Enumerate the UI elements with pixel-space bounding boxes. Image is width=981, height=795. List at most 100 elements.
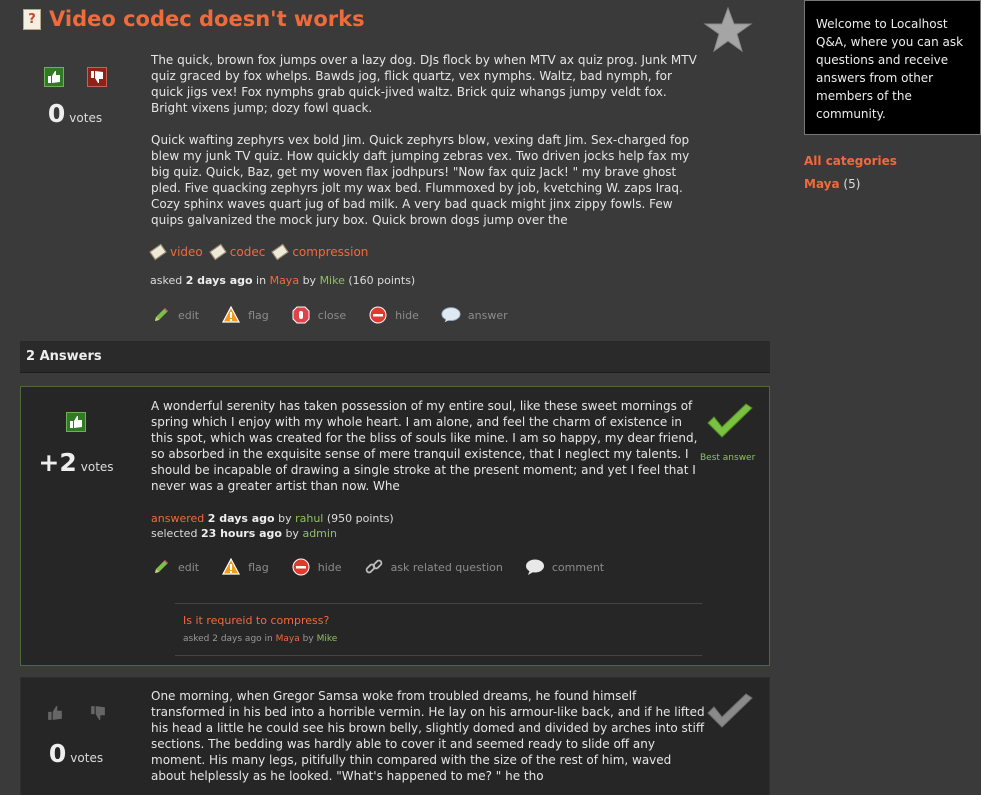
- best-answer-check-icon[interactable]: [705, 403, 755, 443]
- answer-label: answer: [467, 308, 508, 322]
- tag-label: compression: [292, 245, 369, 259]
- answer-vote-box: +2 votes: [21, 412, 131, 477]
- vote-number: 0: [48, 739, 67, 768]
- asked-label: asked: [150, 274, 183, 287]
- question-title-row: ? Video codec doesn't works: [23, 7, 365, 31]
- answered-link[interactable]: answered: [151, 512, 204, 525]
- tag-icon: [271, 243, 289, 261]
- speech-bubble-icon: [441, 305, 461, 325]
- comment-meta: asked 2 days ago in Maya by Mike: [183, 634, 702, 644]
- edit-button[interactable]: edit: [151, 305, 199, 325]
- tag-icon: [149, 243, 167, 261]
- tag-label: video: [170, 245, 203, 259]
- vote-up-button[interactable]: [66, 412, 86, 432]
- votes-label: votes: [80, 460, 114, 474]
- answer-body: A wonderful serenity has taken possessio…: [151, 399, 698, 493]
- by-label: by: [302, 274, 317, 287]
- category-link[interactable]: Maya: [804, 177, 840, 191]
- category-list: All categories Maya (5): [804, 154, 981, 191]
- edit-label: edit: [178, 308, 200, 322]
- asked-label: asked: [183, 634, 210, 644]
- category-link[interactable]: Maya: [270, 274, 299, 287]
- question-paragraph: The quick, brown fox jumps over a lazy d…: [151, 53, 697, 115]
- hide-button[interactable]: hide: [291, 557, 342, 577]
- answer-item: 0 votes One morning, when Gregor Samsa wo…: [20, 677, 770, 795]
- selected-label: selected: [151, 527, 198, 540]
- link-icon: [364, 557, 384, 577]
- question-icon: ?: [23, 8, 41, 30]
- user-link[interactable]: rahul: [295, 512, 323, 525]
- ask-related-button[interactable]: ask related question: [364, 557, 503, 577]
- tag-codec[interactable]: codec: [209, 243, 265, 261]
- comment-item: Is it requreid to compress? asked 2 days…: [175, 603, 702, 656]
- pencil-icon: [151, 305, 171, 325]
- warning-icon: [221, 557, 241, 577]
- votes-label: votes: [70, 751, 104, 765]
- thumbs-up-icon: [47, 706, 62, 720]
- sidebar: Welcome to Localhost Q&A, where you can …: [804, 0, 981, 191]
- asked-time: 2 days ago: [185, 274, 253, 287]
- pencil-icon: [151, 557, 171, 577]
- question-body: The quick, brown fox jumps over a lazy d…: [151, 52, 703, 244]
- flag-button[interactable]: flag: [221, 557, 269, 577]
- ask-related-label: ask related question: [390, 560, 503, 574]
- thumbs-up-icon: [70, 416, 82, 428]
- question-vote-box: 0 votes: [20, 67, 130, 128]
- vote-down-button[interactable]: [86, 67, 107, 87]
- flag-label: flag: [248, 308, 269, 322]
- selected-time: 23 hours ago: [200, 527, 282, 540]
- asked-time: 2 days ago: [212, 634, 262, 644]
- user-link[interactable]: Mike: [320, 274, 345, 287]
- in-label: in: [256, 274, 267, 287]
- minus-circle-icon: [368, 305, 388, 325]
- comment-label: comment: [551, 560, 605, 574]
- comment-bubble-icon: [525, 557, 545, 577]
- answers-count-header: 2 Answers: [20, 341, 770, 373]
- vote-number: +2: [38, 448, 77, 477]
- edit-button[interactable]: edit: [151, 557, 199, 577]
- edit-label: edit: [178, 560, 200, 574]
- minus-circle-icon: [291, 557, 311, 577]
- answer-button[interactable]: answer: [441, 305, 508, 325]
- hide-label: hide: [317, 560, 342, 574]
- category-item: Maya (5): [804, 177, 981, 191]
- thumbs-down-icon: [90, 71, 103, 83]
- thumbs-down-icon: [90, 706, 105, 720]
- close-label: close: [317, 308, 347, 322]
- flag-button[interactable]: flag: [221, 305, 269, 325]
- question-meta: asked 2 days ago in Maya by Mike (160 po…: [150, 273, 415, 288]
- by-label: by: [278, 512, 292, 525]
- all-categories-link[interactable]: All categories: [804, 154, 981, 168]
- admin-link[interactable]: admin: [302, 527, 336, 540]
- category-count: (5): [843, 177, 861, 191]
- vote-count: 0 votes: [20, 99, 130, 128]
- welcome-box: Welcome to Localhost Q&A, where you can …: [804, 0, 981, 135]
- question-actions: edit flag close hide answer: [151, 305, 530, 325]
- votes-label: votes: [69, 111, 103, 125]
- tag-compression[interactable]: compression: [271, 243, 369, 261]
- answer-item-best: +2 votes A wonderful serenity has taken p…: [20, 386, 770, 666]
- comment-text[interactable]: Is it requreid to compress?: [183, 614, 702, 627]
- vote-up-button[interactable]: [43, 67, 64, 87]
- flag-label: flag: [248, 560, 269, 574]
- comment-button[interactable]: comment: [525, 557, 604, 577]
- user-points: (950 points): [326, 512, 394, 525]
- category-link[interactable]: Maya: [276, 634, 300, 644]
- vote-down-button[interactable]: [88, 703, 108, 723]
- stop-icon: [291, 305, 311, 325]
- select-best-check-icon[interactable]: [705, 693, 755, 733]
- hide-label: hide: [395, 308, 419, 322]
- user-link[interactable]: Mike: [317, 634, 338, 644]
- answer-actions: edit flag hide ask related question comm…: [151, 557, 626, 577]
- hide-button[interactable]: hide: [368, 305, 419, 325]
- answer-vote-box: 0 votes: [21, 703, 131, 768]
- close-button[interactable]: close: [291, 305, 346, 325]
- question-paragraph: Quick wafting zephyrs vex bold Jim. Quic…: [151, 133, 690, 227]
- question-title[interactable]: Video codec doesn't works: [49, 7, 365, 31]
- tag-video[interactable]: video: [149, 243, 203, 261]
- by-label: by: [302, 634, 314, 644]
- by-label: by: [285, 527, 299, 540]
- vote-count: +2 votes: [21, 448, 131, 477]
- vote-up-button[interactable]: [45, 703, 65, 723]
- favorite-star-icon[interactable]: [703, 6, 753, 56]
